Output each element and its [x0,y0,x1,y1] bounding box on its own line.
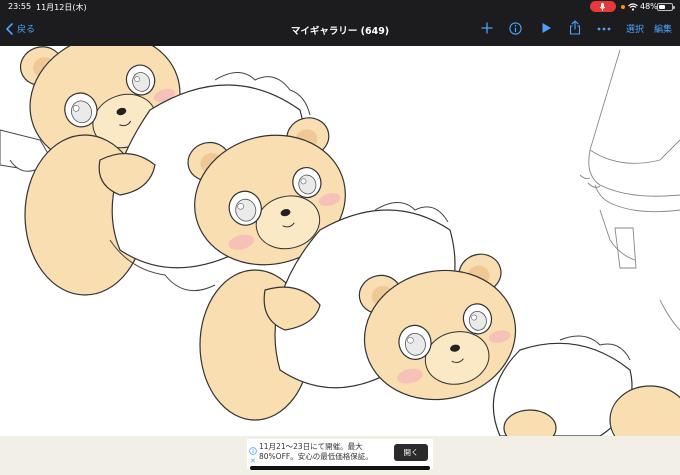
microphone-icon [599,3,606,11]
battery-percent: 48% [640,2,658,11]
background-sketch [579,49,680,331]
battery-icon [657,3,675,11]
privacy-dot [621,5,625,9]
microphone-indicator [590,1,616,12]
ad-line-2: 80%OFF。安心の最低価格保証。 [259,452,373,461]
ad-open-button[interactable]: 開く [394,444,428,461]
artwork-canvas[interactable] [0,46,680,436]
edit-button[interactable]: 編集 [654,22,672,35]
home-indicator[interactable] [250,466,430,470]
status-time: 23:55 [8,2,32,11]
wifi-icon [628,3,638,11]
navigation-bar: 戻る マイギャラリー (649) 選択 編集 [0,14,680,46]
share-icon[interactable] [569,20,581,35]
ellipsis-icon[interactable] [597,27,611,31]
plus-icon[interactable] [481,22,493,34]
ad-line-1: 11月21〜23日にて開催。最大 [259,442,363,451]
ad-content[interactable]: ✕ 11月21〜23日にて開催。最大 80%OFF。安心の最低価格保証。 開く [247,439,433,469]
ad-text: 11月21〜23日にて開催。最大 80%OFF。安心の最低価格保証。 [259,442,379,462]
status-bar: 23:55 11月12日(木) 48% [0,0,680,14]
select-button[interactable]: 選択 [626,22,644,35]
ad-info-icon[interactable] [249,447,257,455]
play-icon[interactable] [541,22,552,34]
info-icon[interactable] [509,22,522,35]
artwork-illustration [0,46,680,436]
status-date: 11月12日(木) [36,3,87,12]
ad-close-icon[interactable]: ✕ [250,458,256,465]
